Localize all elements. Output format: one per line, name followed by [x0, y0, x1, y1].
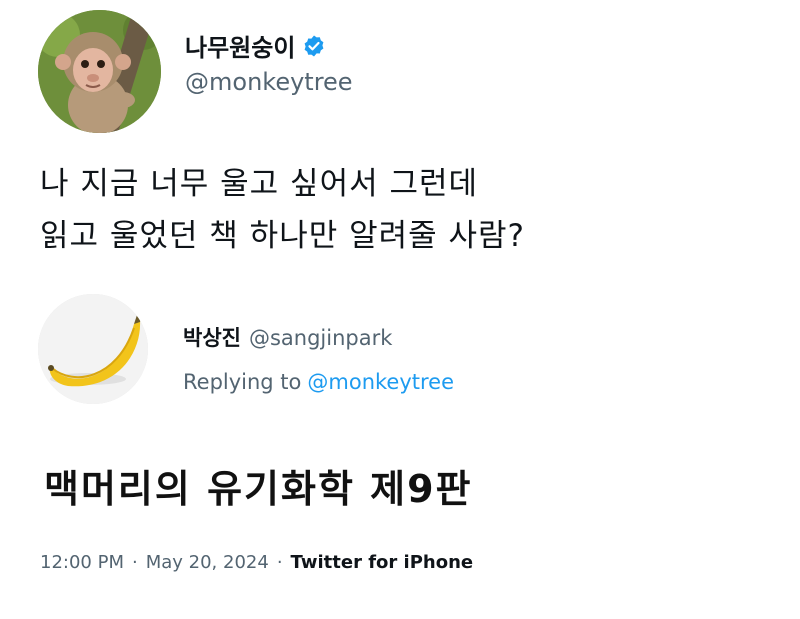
replying-to-mention-link[interactable]: @monkeytree — [307, 370, 454, 394]
tweet-meta: 12:00 PM · May 20, 2024 · Twitter for iP… — [40, 552, 473, 573]
author-avatar[interactable] — [38, 10, 161, 133]
reply-author-name[interactable]: 박상진 — [183, 322, 241, 352]
replying-to-label: Replying to — [183, 370, 302, 394]
banana-avatar-image — [38, 294, 148, 404]
meta-separator: · — [276, 552, 283, 573]
reply-author-handle[interactable]: @sangjinpark — [249, 326, 392, 350]
tweet-source[interactable]: Twitter for iPhone — [291, 552, 474, 573]
tweet-time[interactable]: 12:00 PM — [40, 552, 124, 573]
author-display-name[interactable]: 나무원숭이 — [185, 28, 295, 63]
verified-badge-icon — [305, 35, 324, 56]
meta-separator: · — [131, 552, 138, 573]
author-name-row: 나무원숭이 — [185, 28, 326, 63]
replying-to: Replying to @monkeytree — [183, 370, 454, 394]
tweet-text-line: 나 지금 너무 울고 싶어서 그런데 — [40, 166, 479, 202]
tweet-text-line: 읽고 울었던 책 하나만 알려줄 사람? — [40, 218, 526, 254]
reply-author-avatar[interactable] — [38, 294, 148, 404]
author-handle[interactable]: @monkeytree — [185, 68, 353, 96]
tweet-date[interactable]: May 20, 2024 — [146, 552, 269, 573]
tweet-text: 나 지금 너무 울고 싶어서 그런데 읽고 울었던 책 하나만 알려줄 사람? — [40, 158, 525, 262]
reply-header: 박상진 @sangjinpark — [183, 322, 392, 352]
monkey-avatar-image — [38, 10, 161, 133]
reply-text: 맥머리의 유기화학 제9판 — [44, 467, 473, 511]
